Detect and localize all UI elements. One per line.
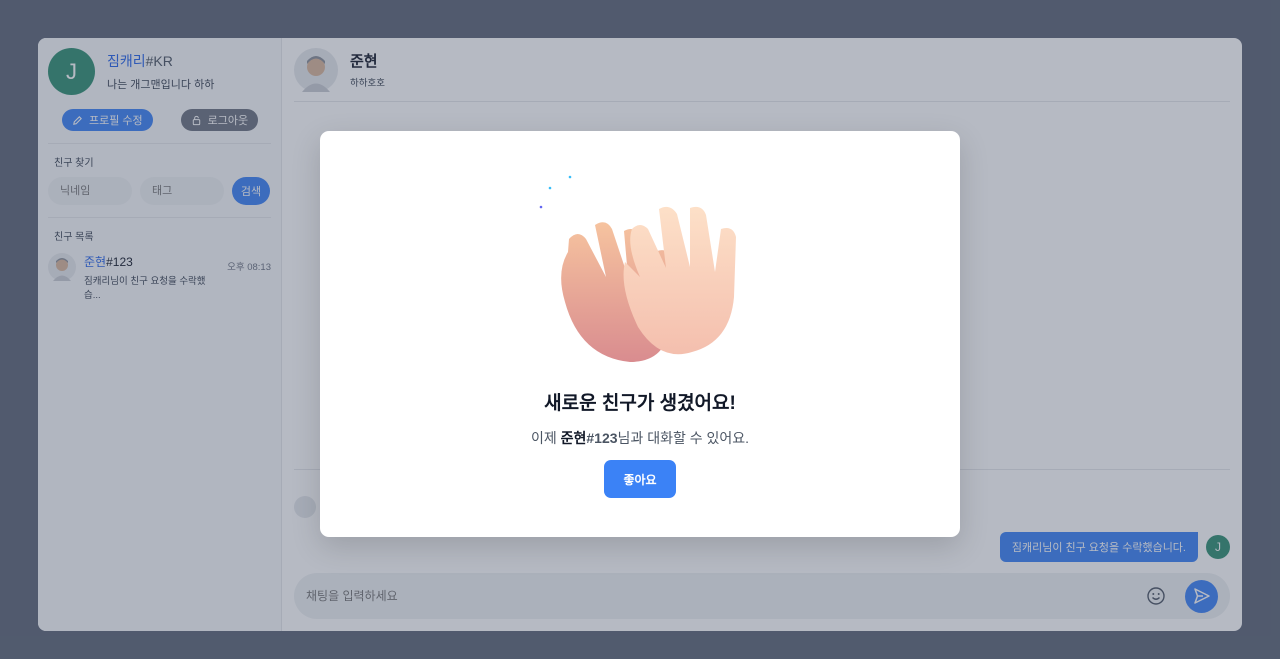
desc-friend-nickname: 준현 — [560, 430, 587, 446]
confirm-button[interactable]: 좋아요 — [604, 460, 676, 498]
modal-description: 이제 준현#123님과 대화할 수 있어요. — [320, 428, 960, 448]
desc-friend-tag: #123 — [586, 430, 618, 446]
desc-suffix: 님과 대화할 수 있어요. — [617, 430, 750, 446]
modal-title: 새로운 친구가 생겼어요! — [544, 393, 736, 414]
new-friend-modal: 새로운 친구가 생겼어요! 이제 준현#123님과 대화할 수 있어요. 좋아요 — [320, 131, 960, 537]
desc-prefix: 이제 — [530, 430, 561, 446]
clapping-hands-icon — [539, 175, 736, 362]
